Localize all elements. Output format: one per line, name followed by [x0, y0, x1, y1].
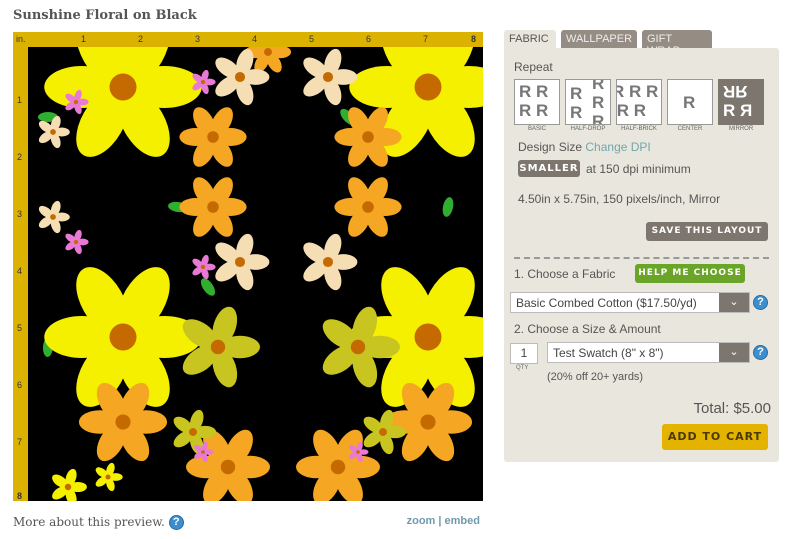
choose-size-label: 2. Choose a Size & Amount — [514, 322, 661, 336]
design-size-label: Design Size — [518, 140, 583, 154]
repeat-center[interactable]: R — [667, 79, 713, 125]
leaf — [442, 197, 454, 217]
repeat-label-basic: BASIC — [527, 126, 546, 132]
ruler-tick-top: 5 — [309, 34, 315, 44]
ruler-tick-top: 6 — [366, 34, 372, 44]
flower — [95, 462, 123, 492]
size-help-icon[interactable]: ? — [753, 345, 768, 360]
quantity-input[interactable]: 1 — [510, 343, 538, 364]
add-to-cart-button[interactable]: ADD TO CART — [662, 424, 768, 450]
discount-text: (20% off 20+ yards) — [547, 371, 644, 383]
repeat-label-half-drop: HALF-DROP — [570, 126, 606, 132]
repeat-half-brick[interactable]: R R R R R — [616, 79, 662, 125]
ruler-top: in. 1 2 3 4 5 6 7 8 — [13, 32, 483, 47]
leaf — [200, 278, 216, 296]
ruler-tick-top: 4 — [252, 34, 258, 44]
dpi-minimum-text: at 150 dpi minimum — [586, 162, 691, 176]
ruler-tick-left: 6 — [17, 380, 23, 390]
zoom-link[interactable]: zoom — [407, 515, 436, 527]
repeat-label: Repeat — [514, 60, 553, 74]
tab-gift-wrap[interactable]: GIFT WRAP — [642, 30, 712, 57]
ruler-tick-top: 8 — [471, 34, 477, 44]
flower — [334, 177, 402, 237]
choose-fabric-label: 1. Choose a Fabric — [514, 267, 616, 281]
options-panel: Repeat R RR R RRRRR R R R R R R RR R R BA… — [504, 48, 779, 462]
ruler-tick-left: 2 — [17, 152, 23, 162]
repeat-label-mirror: MIRROR — [728, 126, 754, 132]
repeat-half-drop[interactable]: RRRRR — [565, 79, 611, 125]
fabric-select-value: Basic Combed Cotton ($17.50/yd) — [516, 296, 697, 310]
fabric-preview[interactable] — [28, 47, 483, 501]
flower — [215, 233, 270, 291]
ruler-unit: in. — [16, 34, 26, 44]
size-select-value: Test Swatch (8" x 8") — [553, 346, 664, 360]
repeat-mirror[interactable]: RR R R — [718, 79, 764, 125]
chevron-down-icon: ⌄ — [719, 343, 749, 362]
flower — [179, 177, 247, 237]
ruler-tick-left: 5 — [17, 323, 23, 333]
repeat-basic[interactable]: R RR R — [514, 79, 560, 125]
repeat-label-center: CENTER — [677, 126, 703, 132]
ruler-tick-top: 7 — [423, 34, 429, 44]
floral-pattern — [38, 47, 483, 501]
tab-fabric[interactable]: FABRIC — [504, 30, 556, 49]
ruler-tick-top: 1 — [81, 34, 87, 44]
flower — [52, 468, 87, 501]
repeat-label-half-brick: HALF-BRICK — [621, 126, 657, 132]
help-me-choose-button[interactable]: HELP ME CHOOSE — [635, 264, 745, 283]
ruler-tick-left: 3 — [17, 209, 23, 219]
ruler-left: 1 2 3 4 5 6 7 8 — [13, 47, 28, 501]
fabric-select[interactable]: Basic Combed Cotton ($17.50/yd) ⌄ — [510, 292, 750, 313]
qty-label: QTY — [516, 365, 529, 371]
help-icon[interactable]: ? — [168, 515, 184, 530]
flower — [44, 267, 202, 407]
flower — [192, 254, 216, 280]
tab-wallpaper[interactable]: WALLPAPER — [561, 30, 637, 49]
smaller-button[interactable]: SMALLER — [518, 160, 580, 177]
more-link[interactable]: More about this preview. — [13, 515, 165, 529]
fabric-help-icon[interactable]: ? — [753, 295, 768, 310]
design-info: 4.50in x 5.75in, 150 pixels/inch, Mirror — [518, 192, 721, 206]
size-select[interactable]: Test Swatch (8" x 8") ⌄ — [547, 342, 750, 363]
flower — [65, 229, 89, 255]
save-layout-button[interactable]: SAVE THIS LAYOUT — [646, 222, 768, 241]
more-about-preview[interactable]: More about this preview. ? — [13, 515, 184, 530]
total-price: Total: $5.00 — [693, 400, 771, 417]
embed-link[interactable]: embed — [445, 515, 480, 527]
ruler-tick-top: 3 — [195, 34, 201, 44]
flower — [179, 107, 247, 167]
chevron-down-icon: ⌄ — [719, 293, 749, 312]
ruler-tick-left: 8 — [17, 491, 23, 501]
ruler-tick-left: 4 — [17, 266, 23, 276]
divider — [514, 257, 769, 259]
ruler-tick-left: 7 — [17, 437, 23, 447]
ruler-tick-left: 1 — [17, 95, 23, 105]
flower — [303, 48, 358, 106]
change-dpi-link[interactable]: Change DPI — [585, 140, 650, 154]
ruler-tick-top: 2 — [138, 34, 144, 44]
flower — [303, 233, 358, 291]
page-title: Sunshine Floral on Black — [13, 8, 197, 23]
flower — [38, 200, 70, 234]
separator: | — [438, 515, 442, 527]
